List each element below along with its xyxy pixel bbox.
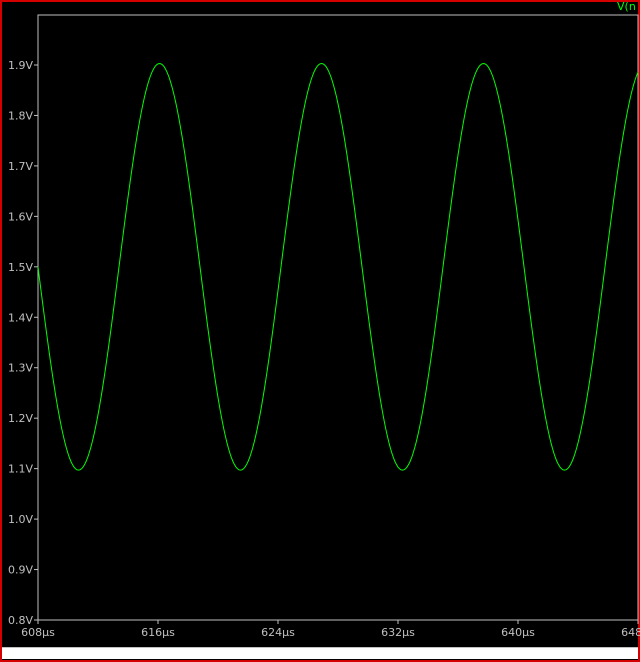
y-tick-label: 1.9V (8, 59, 33, 72)
x-axis: 608µs 616µs 624µs 632µs 640µs 648µs (21, 620, 640, 639)
y-tick-label: 1.0V (8, 513, 33, 526)
y-axis: 0.8V 0.9V 1.0V 1.1V 1.2V 1.3V 1.4V 1.5V 1.6V 1.7V… (8, 59, 38, 627)
x-tick-label: 608µs (21, 626, 55, 639)
y-tick-label: 1.1V (8, 463, 33, 476)
y-tick-label: 1.4V (8, 311, 33, 324)
x-tick-label: 648µs (621, 626, 640, 639)
y-tick-label: 1.3V (8, 362, 33, 375)
waveform-plot[interactable]: 608µs 616µs 624µs 632µs 640µs 648µs 0.8V 0.9V 1… (0, 0, 640, 662)
y-tick-label: 1.5V (8, 261, 33, 274)
y-tick-label: 0.8V (8, 614, 33, 627)
y-tick-label: 1.8V (8, 109, 33, 122)
y-tick-label: 1.6V (8, 210, 33, 223)
x-tick-label: 616µs (141, 626, 175, 639)
trace-label[interactable]: V(n (617, 0, 636, 13)
x-tick-label: 640µs (501, 626, 535, 639)
y-tick-label: 1.2V (8, 412, 33, 425)
y-tick-label: 0.9V (8, 564, 33, 577)
x-tick-label: 632µs (381, 626, 415, 639)
y-tick-label: 1.7V (8, 160, 33, 173)
x-tick-label: 624µs (261, 626, 295, 639)
